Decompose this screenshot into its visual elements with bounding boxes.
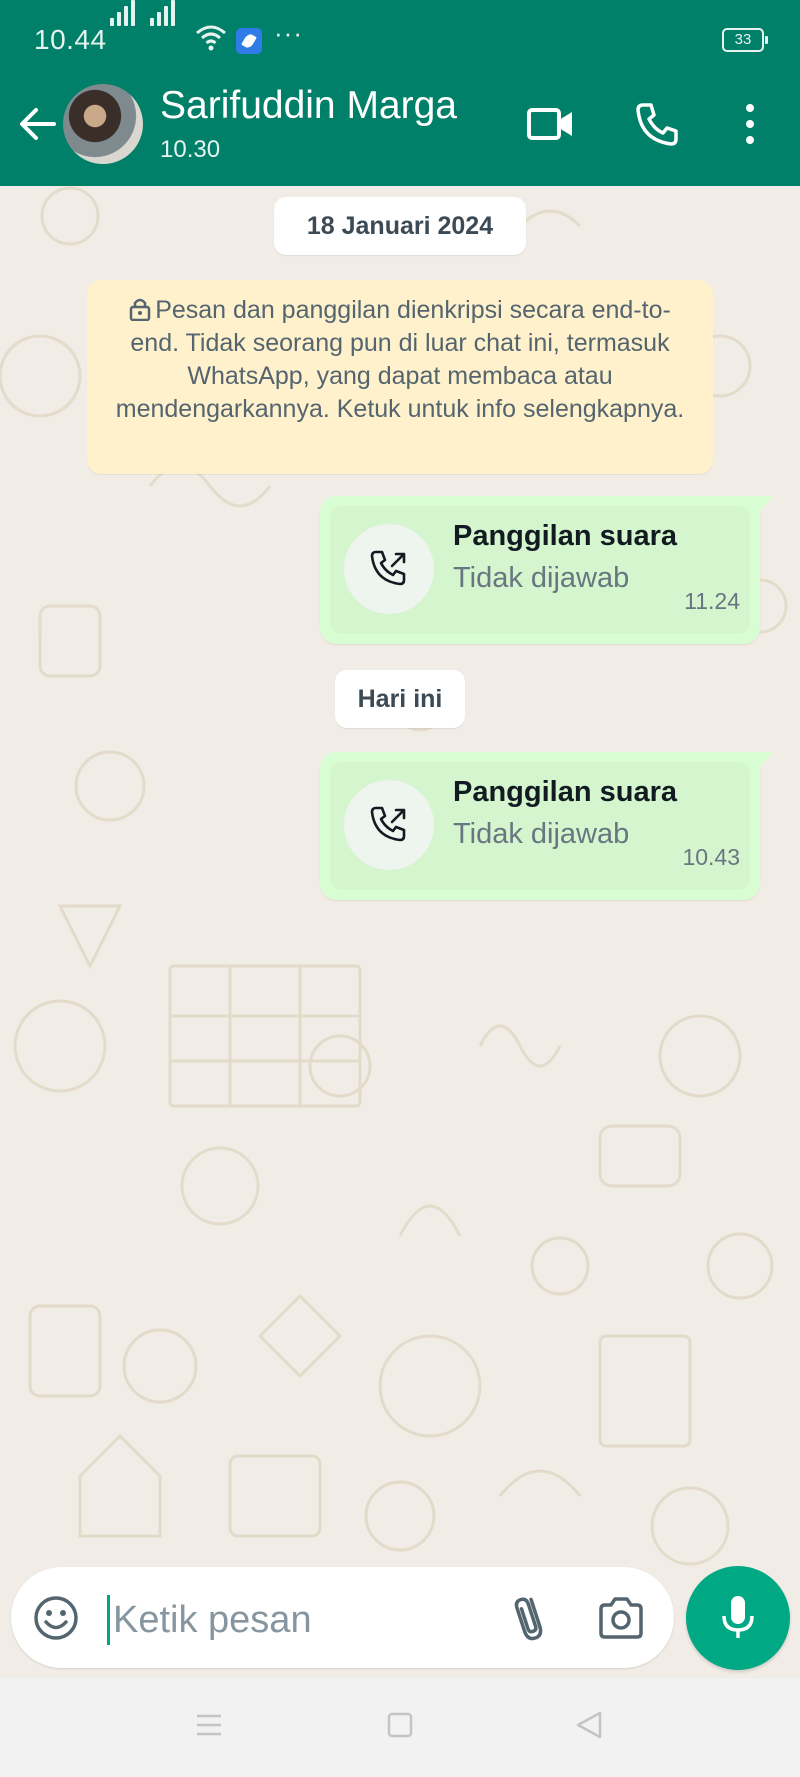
- call-icon-circle: [344, 524, 434, 614]
- call-status: Tidak dijawab: [453, 818, 630, 850]
- message-time: 10.43: [682, 844, 740, 870]
- app-notification-icon: [236, 28, 262, 54]
- system-nav-bar: [0, 1678, 800, 1777]
- battery-level: 33: [734, 31, 752, 48]
- attach-icon[interactable]: [503, 1591, 563, 1647]
- wifi-icon: [196, 25, 226, 51]
- back-nav-icon[interactable]: [574, 1710, 604, 1740]
- call-title: Panggilan suara: [453, 776, 678, 808]
- home-icon[interactable]: [385, 1710, 415, 1740]
- message-input[interactable]: [107, 1591, 495, 1649]
- emoji-icon[interactable]: [33, 1595, 79, 1641]
- more-vertical-icon[interactable]: [738, 100, 762, 148]
- message-time: 11.24: [684, 588, 740, 614]
- lock-icon: [129, 298, 151, 321]
- back-arrow-icon[interactable]: [14, 100, 62, 148]
- battery-icon: 33: [722, 28, 768, 52]
- call-title: Panggilan suara: [453, 520, 678, 552]
- avatar[interactable]: [63, 84, 143, 164]
- encryption-notice-text: Pesan dan panggilan dienkripsi secara en…: [115, 296, 685, 423]
- call-status: Tidak dijawab: [453, 562, 630, 594]
- contact-last-seen: 10.30: [160, 136, 221, 163]
- date-divider-today: Hari ini: [335, 670, 465, 728]
- video-call-icon[interactable]: [526, 100, 576, 148]
- status-bar: 10.44 ··· 33: [0, 0, 800, 80]
- outgoing-call-icon: [370, 550, 406, 586]
- chat-area[interactable]: 18 Januari 2024 Pesan dan panggilan dien…: [0, 186, 800, 1678]
- message-composer: [11, 1567, 674, 1668]
- bubble-tail: [760, 752, 774, 766]
- chat-header: 10.44 ··· 33 Sarifuddin Marga 10.30: [0, 0, 800, 186]
- menu-icon[interactable]: [194, 1710, 224, 1740]
- more-notifications-icon: ···: [274, 18, 303, 48]
- camera-icon[interactable]: [597, 1595, 645, 1641]
- voice-message-button[interactable]: [686, 1566, 790, 1670]
- phone-icon[interactable]: [633, 100, 681, 148]
- contact-name[interactable]: Sarifuddin Marga: [160, 84, 457, 128]
- mic-icon: [722, 1596, 754, 1638]
- call-icon-circle: [344, 780, 434, 870]
- encryption-notice[interactable]: Pesan dan panggilan dienkripsi secara en…: [87, 280, 713, 474]
- status-time: 10.44: [34, 24, 107, 55]
- date-divider: 18 Januari 2024: [274, 197, 526, 255]
- message-bubble-call-1[interactable]: Panggilan suara Tidak dijawab 11.24: [320, 496, 774, 644]
- message-bubble-call-2[interactable]: Panggilan suara Tidak dijawab 10.43: [320, 752, 774, 900]
- bubble-tail: [760, 496, 774, 510]
- outgoing-call-icon: [370, 806, 406, 842]
